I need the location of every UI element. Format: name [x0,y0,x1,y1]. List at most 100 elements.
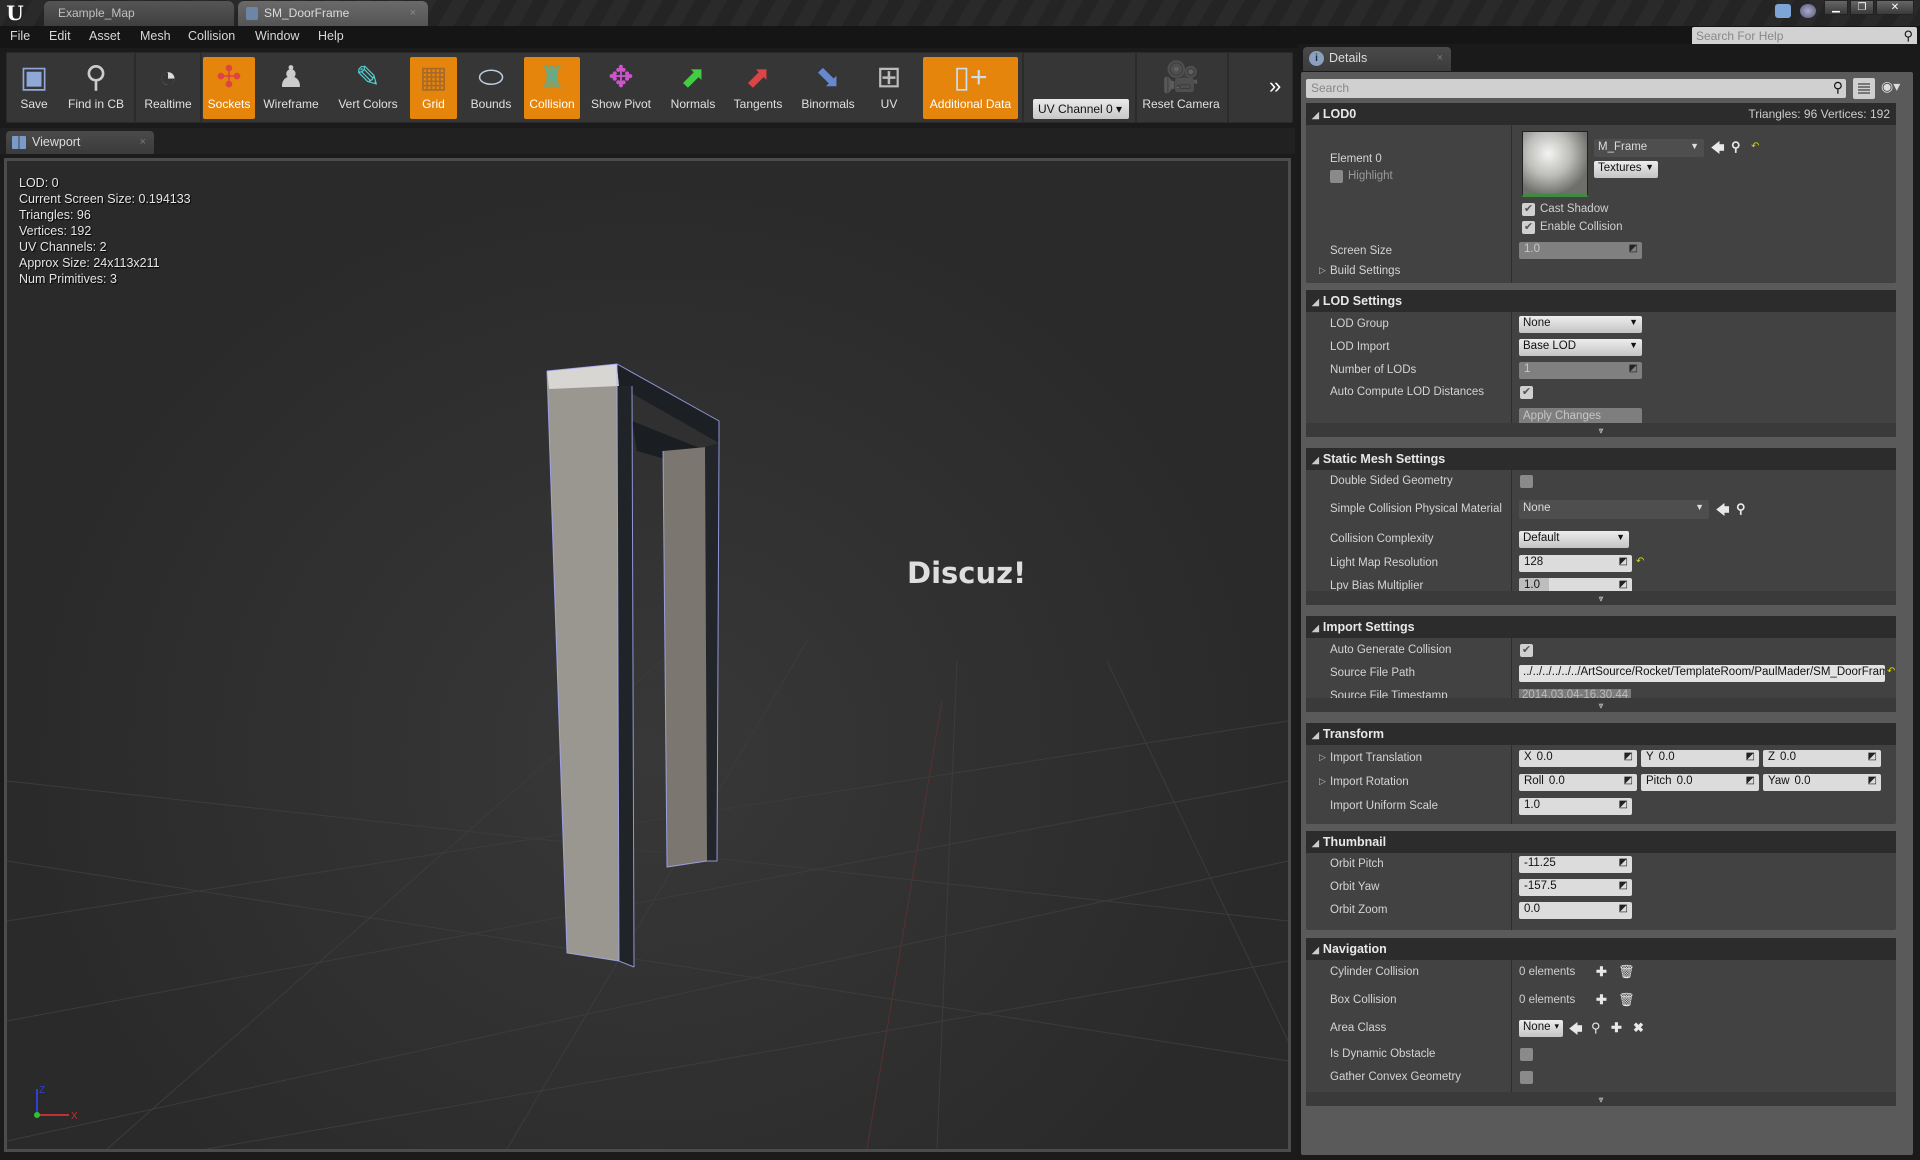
rotation-yaw-field[interactable]: Yaw 0.0 ◩ [1763,774,1881,791]
section-header[interactable]: ◢ LOD0 Triangles: 96 Vertices: 192 [1306,103,1896,125]
feedback-icon[interactable] [1775,4,1791,18]
menu-collision[interactable]: Collision [188,29,235,43]
new-class-plus-icon[interactable]: ✚ [1611,1020,1622,1036]
tab-example-map[interactable]: Example_Map [44,1,234,26]
add-element-icon[interactable]: ✚ [1596,992,1607,1008]
collision-complexity-dropdown[interactable]: Default ▼ [1519,531,1629,548]
orbit-pitch-field[interactable]: -11.25 ◩ [1519,856,1632,873]
menu-edit[interactable]: Edit [49,29,71,43]
close-window-button[interactable]: ✕ [1876,0,1914,15]
number-of-lods-field[interactable]: 1 ◩ [1519,362,1642,379]
wireframe-button[interactable]: ♟ Wireframe [261,57,321,119]
use-selected-arrow-icon[interactable]: 🡄 [1569,1020,1582,1042]
delete-all-trash-icon[interactable]: 🗑 [1618,964,1635,980]
close-tab-icon[interactable]: × [140,131,146,153]
advanced-expand-icon[interactable]: ⩔ [1306,1092,1896,1106]
light-map-resolution-field[interactable]: 128 ◩ [1519,555,1632,572]
find-in-cb-button[interactable]: ⚲ Find in CB [62,57,130,119]
grid-button[interactable]: ▦ Grid [410,57,457,119]
sockets-button[interactable]: ✣ Sockets [203,57,255,119]
additional-data-button[interactable]: ▯+ Additional Data [923,57,1018,119]
double-sided-checkbox[interactable] [1520,475,1533,488]
realtime-button[interactable]: ◔ Realtime [139,57,197,119]
browse-magnifier-icon[interactable]: ⚲ [1736,501,1746,517]
use-selected-arrow-icon[interactable]: 🡄 [1711,139,1724,161]
section-header[interactable]: ◢ Static Mesh Settings [1306,448,1896,470]
highlight-checkbox[interactable] [1330,170,1343,183]
show-pivot-button[interactable]: ✥ Show Pivot [587,57,655,119]
rotation-roll-field[interactable]: Roll 0.0 ◩ [1519,774,1637,791]
unreal-logo-icon[interactable]: U [4,2,26,24]
close-tab-icon[interactable]: × [1437,47,1443,70]
import-rotation-expander[interactable]: ▷ Import Rotation [1319,776,1409,788]
auto-generate-collision-checkbox[interactable]: ✔ [1520,644,1533,657]
vert-colors-button[interactable]: ✎ Vert Colors [333,57,403,119]
cast-shadow-checkbox[interactable]: ✔ [1522,203,1535,216]
orbit-zoom-field[interactable]: 0.0 ◩ [1519,902,1632,919]
toolbar-overflow-icon[interactable]: » [1269,73,1281,99]
is-dynamic-obstacle-checkbox[interactable] [1520,1048,1533,1061]
details-search-input[interactable]: Search ⚲ [1306,79,1846,98]
import-uniform-scale-field[interactable]: 1.0 ◩ [1519,798,1632,815]
tangents-button[interactable]: ⬈ Tangents [729,57,787,119]
delete-all-trash-icon[interactable]: 🗑 [1618,992,1635,1008]
translation-x-field[interactable]: X 0.0 ◩ [1519,750,1637,767]
normals-button[interactable]: ⬈ Normals [667,57,719,119]
menu-mesh[interactable]: Mesh [140,29,171,43]
advanced-expand-icon[interactable]: ⩔ [1306,591,1896,605]
advanced-expand-icon[interactable]: ⩔ [1306,423,1896,437]
translation-z-field[interactable]: Z 0.0 ◩ [1763,750,1881,767]
gather-convex-geometry-checkbox[interactable] [1520,1071,1533,1084]
source-file-path-field[interactable]: ../../../../../../ArtSource/Rocket/Templ… [1519,665,1885,682]
rotation-pitch-field[interactable]: Pitch 0.0 ◩ [1641,774,1759,791]
material-thumbnail[interactable] [1522,131,1588,197]
bounds-button[interactable]: ⬭ Bounds [466,57,516,119]
mesh-viewport[interactable]: LOD: 0 Current Screen Size: 0.194133 Tri… [4,158,1291,1152]
build-settings-expander[interactable]: ▷ Build Settings [1319,265,1400,277]
lod-group-dropdown[interactable]: None ▼ [1519,316,1642,333]
section-header[interactable]: ◢ LOD Settings [1306,290,1896,312]
physical-material-dropdown[interactable]: None ▼ [1519,500,1709,519]
add-element-icon[interactable]: ✚ [1596,964,1607,980]
reset-to-default-icon[interactable]: ↶ [1887,666,1895,677]
enable-collision-checkbox[interactable]: ✔ [1522,221,1535,234]
tab-details[interactable]: i Details × [1303,47,1451,71]
reset-camera-button[interactable]: 🎥 Reset Camera [1140,57,1222,119]
auto-compute-lod-checkbox[interactable]: ✔ [1520,386,1533,399]
restore-button[interactable]: ❐ [1850,0,1874,15]
tab-viewport[interactable]: Viewport × [6,131,154,154]
orbit-yaw-field[interactable]: -157.5 ◩ [1519,879,1632,896]
lod-import-dropdown[interactable]: Base LOD ▼ [1519,339,1642,356]
clear-x-icon[interactable]: ✖ [1633,1020,1644,1036]
tab-sm-doorframe[interactable]: SM_DoorFrame × [238,1,428,26]
section-header[interactable]: ◢ Navigation [1306,938,1896,960]
uv-button[interactable]: ⊞ UV [871,57,907,119]
menu-file[interactable]: File [10,29,30,43]
section-header[interactable]: ◢ Import Settings [1306,616,1896,638]
menu-help[interactable]: Help [318,29,344,43]
screen-size-field[interactable]: 1.0 ◩ [1519,242,1642,259]
textures-dropdown[interactable]: Textures ▼ [1594,161,1658,178]
use-selected-arrow-icon[interactable]: 🡄 [1716,501,1729,523]
browse-magnifier-icon[interactable]: ⚲ [1591,1020,1601,1036]
view-options-eye-icon[interactable]: ◉▾ [1881,78,1900,95]
source-control-icon[interactable] [1800,4,1816,18]
area-class-dropdown[interactable]: None ▾ [1519,1020,1563,1037]
section-header[interactable]: ◢ Thumbnail [1306,831,1896,853]
property-matrix-button[interactable] [1853,78,1875,99]
save-button[interactable]: ▣ Save [11,57,57,119]
collision-button[interactable]: ♜ Collision [524,57,580,119]
reset-to-default-icon[interactable]: ↶ [1636,556,1644,567]
binormals-button[interactable]: ⬊ Binormals [797,57,859,119]
menu-window[interactable]: Window [255,29,299,43]
material-dropdown[interactable]: M_Frame ▼ [1594,139,1704,157]
reset-to-default-icon[interactable]: ↶ [1751,141,1759,152]
translation-y-field[interactable]: Y 0.0 ◩ [1641,750,1759,767]
section-header[interactable]: ◢ Transform [1306,723,1896,745]
browse-magnifier-icon[interactable]: ⚲ [1731,139,1741,155]
import-translation-expander[interactable]: ▷ Import Translation [1319,752,1422,764]
advanced-expand-icon[interactable]: ⩔ [1306,698,1896,712]
menu-asset[interactable]: Asset [89,29,120,43]
close-tab-icon[interactable]: × [410,1,416,25]
minimize-button[interactable]: ▁ [1824,0,1848,15]
